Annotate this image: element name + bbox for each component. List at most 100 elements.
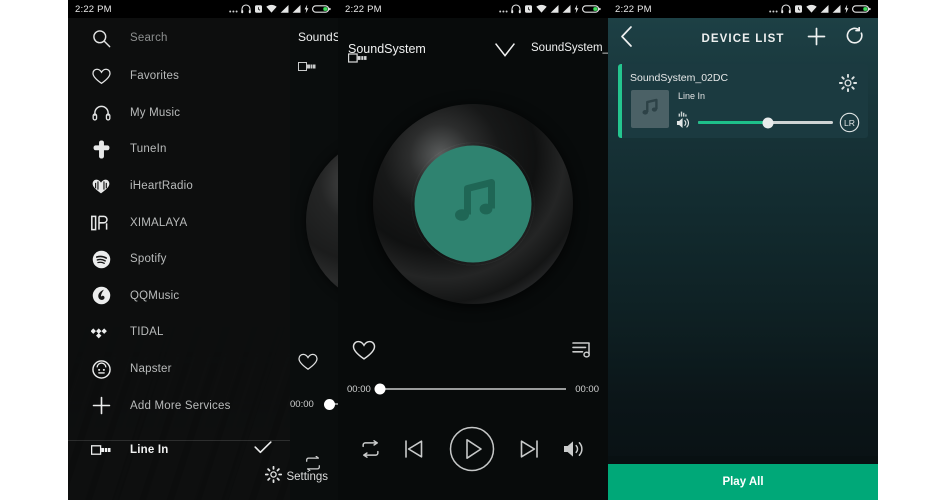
sidebar-item-favorites[interactable]: Favorites [68,58,290,95]
status-icons [499,4,601,14]
device-volume-icon[interactable] [676,116,691,135]
headphone-icon [781,4,791,14]
music-note-icon [639,96,661,123]
play-icon [449,426,494,471]
heart-icon [352,340,376,360]
sidebar-item-line-in[interactable]: Line In [68,432,290,469]
signal-icon [832,5,841,13]
device-source-label: Line In [678,91,706,101]
seek-bar[interactable]: 00:00 00:00 [338,382,608,396]
next-button[interactable] [517,438,541,465]
transport-controls [338,425,608,477]
sidebar-item-tunein[interactable]: TuneIn [68,131,290,168]
battery-icon [852,5,871,13]
battery-icon [582,5,601,13]
sidebar-item-spotify[interactable]: Spotify [68,241,290,278]
playlist-queue-icon [572,342,590,358]
headphones-icon [90,102,112,124]
sidebar-item-label: Add More Services [130,399,231,412]
signal-icon [562,5,571,13]
sidebar-item-label: QQMusic [130,289,180,302]
seek-track[interactable] [374,383,567,395]
album-art[interactable] [373,104,573,304]
alarm-icon [525,5,532,13]
device-name: SoundSystem_02DC [630,72,729,84]
volume-fill [698,121,769,124]
settings-button[interactable]: Settings [265,465,328,488]
refresh-button[interactable] [846,26,864,51]
seek-knob[interactable] [374,383,386,395]
device-list-header: DEVICE LIST [608,18,878,60]
wifi-icon [806,4,817,13]
sidebar-item-label: Line In [130,444,169,457]
status-bar: 2:22 PM [338,0,608,18]
queue-button[interactable] [572,340,594,365]
device-card[interactable]: SoundSystem_02DC Line In LR [618,64,868,138]
sidebar-item-my-music[interactable]: My Music [68,95,290,132]
player-header: SoundSystem SoundSystem_02DC [338,18,608,64]
channel-button[interactable]: LR [839,112,860,138]
sidebar-item-qqmusic[interactable]: QQMusic [68,278,290,315]
chevron-down-icon[interactable] [494,42,516,63]
status-bar: 2:22 PM [608,0,878,18]
phone-panel-device-list: 2:22 PM DEVICE LIST SoundSystem_02DC Lin… [608,0,878,500]
qqmusic-icon [90,285,112,307]
plus-icon [90,395,112,417]
device-id-label[interactable]: SoundSystem_02DC [531,42,608,54]
refresh-icon [846,26,863,44]
sidebar-item-label: TuneIn [130,143,167,156]
repeat-icon [362,439,379,458]
more-dots-icon [499,10,508,13]
peek-seek-knob[interactable] [324,399,335,410]
sidebar-item-napster[interactable]: Napster [68,351,290,388]
phone-panel-drawer: SoundSys 00:00 2:22 PM [68,0,338,500]
volume-knob[interactable] [762,117,774,128]
device-settings-button[interactable] [838,73,858,97]
plus-icon [807,27,826,46]
album-art-center [414,145,532,263]
headphone-icon [241,4,251,14]
previous-button[interactable] [402,438,426,465]
battery-icon [312,5,331,13]
elapsed-time: 00:00 [347,383,371,395]
screenshot-root: SoundSys 00:00 2:22 PM [0,0,947,500]
sidebar-item-label: XIMALAYA [130,216,188,229]
wifi-icon [266,4,277,13]
line-in-icon [90,439,112,461]
favorite-button[interactable] [352,340,376,366]
sidebar-item-add-more-services[interactable]: Add More Services [68,387,290,424]
sidebar-item-label: TIDAL [130,326,164,339]
sidebar-item-label: Favorites [130,70,180,83]
sidebar-item-ximalaya[interactable]: XIMALAYA [68,204,290,241]
ximalaya-icon [90,212,112,234]
add-device-button[interactable] [807,27,826,51]
sidebar-item-tidal[interactable]: TIDAL [68,314,290,351]
play-button[interactable] [448,425,496,478]
volume-icon [564,440,583,457]
sidebar-item-label: Napster [130,363,172,376]
player-peek[interactable]: SoundSys 00:00 [290,18,338,500]
status-time: 2:22 PM [345,3,382,15]
wifi-icon [536,4,547,13]
play-all-label: Play All [722,476,764,488]
heart-icon[interactable] [298,353,318,376]
phone-panel-player: 2:22 PM SoundSystem SoundSystem_02DC [338,0,608,500]
sidebar-item-iheartradio[interactable]: iHeartRadio [68,168,290,205]
tunein-icon [90,138,112,160]
sidebar-item-label: iHeartRadio [130,180,193,193]
page-title: DEVICE LIST [701,33,785,45]
sidebar-item-label: Spotify [130,253,167,266]
device-volume-slider[interactable] [698,117,833,128]
volume-icon [676,118,689,128]
search-input[interactable]: Search [68,18,290,58]
repeat-button[interactable] [360,439,381,463]
napster-icon [90,358,112,380]
signal-icon [550,5,559,13]
more-dots-icon [769,10,778,13]
device-album-art [631,90,669,128]
search-icon [90,27,112,49]
play-all-button[interactable]: Play All [608,464,878,500]
sidebar-item-label: My Music [130,106,181,119]
volume-button[interactable] [562,438,586,465]
line-in-icon [298,58,316,76]
